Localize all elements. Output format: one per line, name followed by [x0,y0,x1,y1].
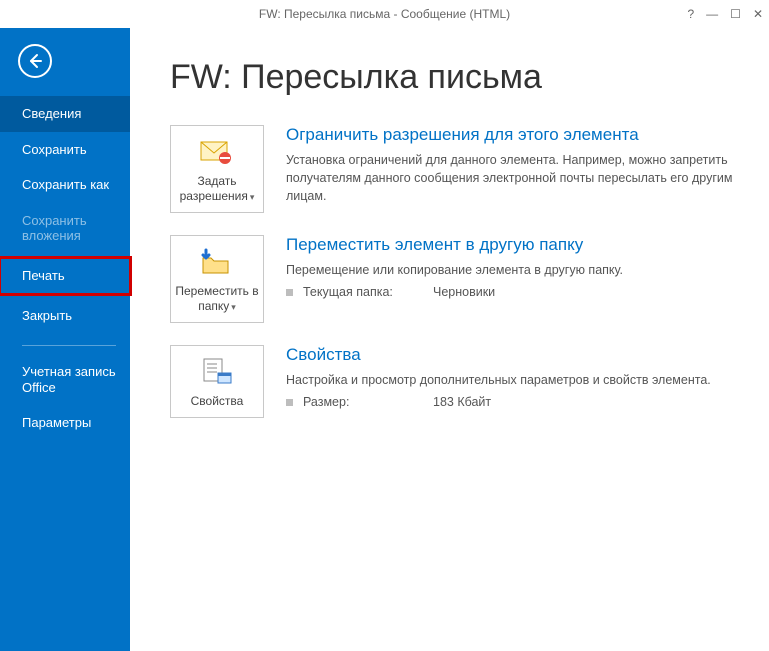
chevron-down-icon: ▾ [231,302,236,312]
tile-set-permissions[interactable]: Задать разрешения▾ [170,125,264,213]
sidebar-item-label: Учетная запись Office [22,364,116,395]
window-controls: ? — ☐ ✕ [687,0,763,28]
bullet-icon [286,399,293,406]
kv-label: Текущая папка: [303,285,423,299]
sidebar-item-save[interactable]: Сохранить [0,132,130,168]
sidebar-item-close[interactable]: Закрыть [0,298,130,334]
section-desc: Установка ограничений для данного элемен… [286,151,741,205]
folder-move-icon [175,246,259,278]
tile-label: Задать разрешения [180,174,248,203]
section-properties: Свойства Свойства Настройка и просмотр д… [170,345,741,418]
section-title: Переместить элемент в другую папку [286,235,741,255]
sidebar: Сведения Сохранить Сохранить как Сохрани… [0,28,130,651]
bullet-icon [286,289,293,296]
sidebar-item-info[interactable]: Сведения [0,96,130,132]
tile-move-to-folder[interactable]: Переместить в папку▾ [170,235,264,323]
tile-label: Свойства [191,394,244,408]
section-desc: Настройка и просмотр дополнительных пара… [286,371,741,389]
sidebar-separator [22,345,116,346]
sidebar-item-office-account[interactable]: Учетная запись Office [0,354,130,405]
size-row: Размер: 183 Кбайт [286,395,741,409]
tile-label: Переместить в папку [175,284,258,313]
minimize-icon[interactable]: — [706,7,718,21]
sidebar-item-label: Сохранить вложения [22,213,87,244]
section-move: Переместить в папку▾ Переместить элемент… [170,235,741,323]
kv-label: Размер: [303,395,423,409]
close-icon[interactable]: ✕ [753,7,763,21]
sidebar-item-label: Закрыть [22,308,72,323]
sidebar-item-label: Сведения [22,106,81,121]
sidebar-item-label: Параметры [22,415,91,430]
properties-icon [175,356,259,388]
titlebar: FW: Пересылка письма - Сообщение (HTML) … [0,0,769,28]
maximize-icon[interactable]: ☐ [730,7,741,21]
arrow-left-icon [27,53,43,69]
section-title: Ограничить разрешения для этого элемента [286,125,741,145]
tile-properties[interactable]: Свойства [170,345,264,418]
kv-value: 183 Кбайт [433,395,491,409]
sidebar-item-options[interactable]: Параметры [0,405,130,441]
kv-value: Черновики [433,285,495,299]
chevron-down-icon: ▾ [250,192,255,202]
content-area: FW: Пересылка письма Задать разрешения▾ [130,28,769,651]
section-title: Свойства [286,345,741,365]
section-permissions: Задать разрешения▾ Ограничить разрешения… [170,125,741,213]
sidebar-item-save-as[interactable]: Сохранить как [0,167,130,203]
envelope-restrict-icon [175,136,259,168]
sidebar-item-save-attachments: Сохранить вложения [0,203,130,254]
sidebar-item-print[interactable]: Печать [0,258,130,294]
sidebar-item-label: Сохранить как [22,177,109,192]
section-desc: Перемещение или копирование элемента в д… [286,261,741,279]
sidebar-item-label: Печать [22,268,65,283]
back-button[interactable] [18,44,52,78]
window-title: FW: Пересылка письма - Сообщение (HTML) [259,7,510,21]
help-icon[interactable]: ? [687,7,694,21]
sidebar-item-label: Сохранить [22,142,87,157]
current-folder-row: Текущая папка: Черновики [286,285,741,299]
page-title: FW: Пересылка письма [170,58,741,97]
